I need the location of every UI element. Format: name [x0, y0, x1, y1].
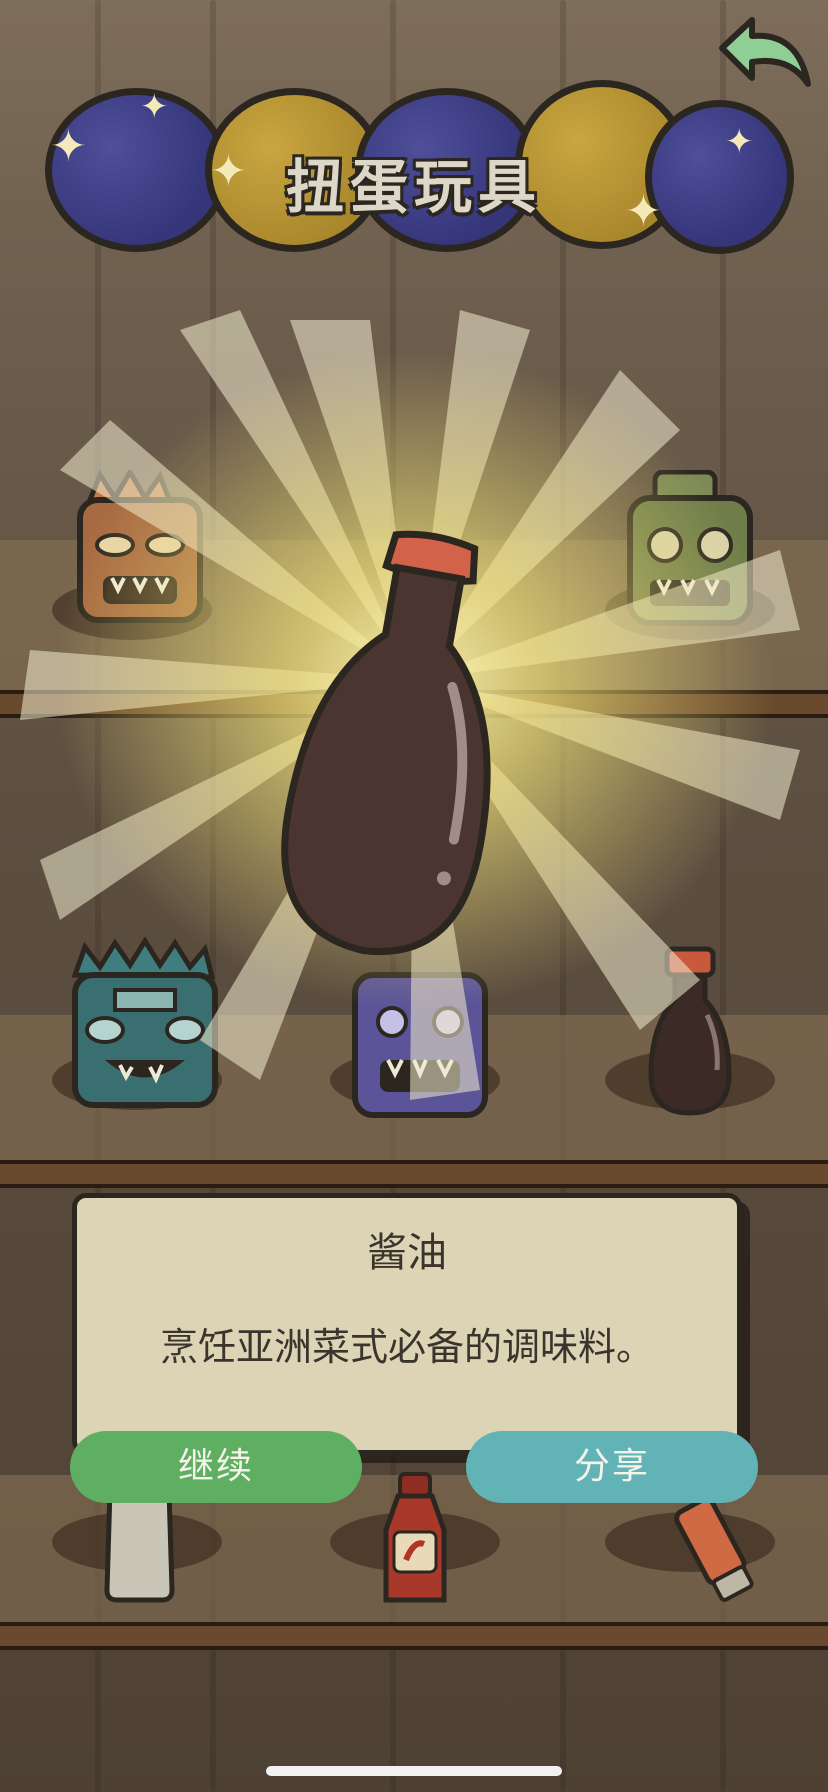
- share-button[interactable]: 分享: [466, 1431, 758, 1503]
- featured-soy-sauce-bottle: [281, 530, 491, 955]
- item-info-card: 酱油 烹饪亚洲菜式必备的调味料。: [72, 1193, 742, 1455]
- tube-icon[interactable]: [660, 1495, 770, 1605]
- item-description: 烹饪亚洲菜式必备的调味料。: [159, 1325, 654, 1369]
- shelf-plank: [0, 1160, 828, 1188]
- hot-sauce-bottle-icon[interactable]: [378, 1470, 453, 1610]
- continue-button[interactable]: 继续: [70, 1431, 362, 1503]
- item-name: 酱油: [367, 1230, 447, 1276]
- back-arrow-icon[interactable]: [710, 14, 814, 100]
- shelf-plank: [0, 1622, 828, 1650]
- page-title: 扭蛋玩具: [285, 153, 542, 221]
- game-screen: ✦ ✦ ✦ ✦ ✦ 扭蛋玩具 酱油 烹饪亚洲菜式必备的调味料。 继续 分享: [0, 0, 828, 1792]
- sparkle-icon: ✦: [140, 87, 169, 127]
- home-indicator[interactable]: [266, 1766, 562, 1776]
